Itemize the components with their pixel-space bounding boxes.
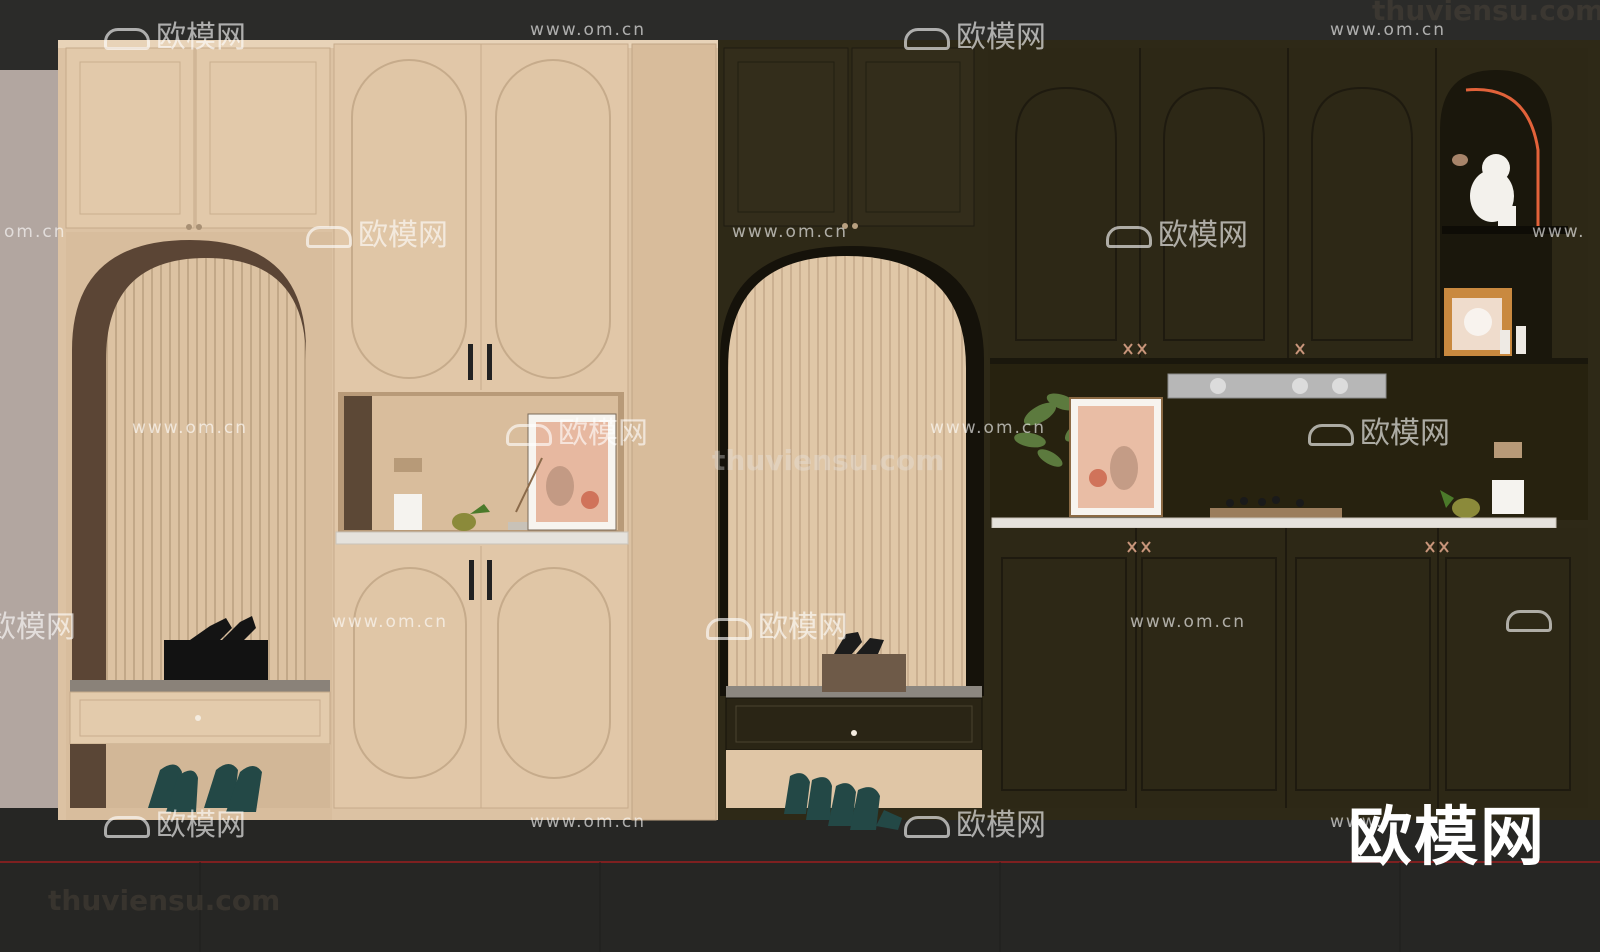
- shoe-box-black: [164, 640, 268, 680]
- upper-left-door: [195, 47, 331, 229]
- green-fruit: [1452, 498, 1480, 518]
- oval-door-panel: [351, 59, 467, 379]
- corner-brand-logo: 欧模网: [1348, 801, 1546, 875]
- dark-upper-door: [851, 47, 975, 227]
- canister-right: [1492, 480, 1524, 514]
- oval-door-panel: [353, 567, 467, 779]
- fluted-panel-left: [106, 258, 306, 690]
- door-handle: [487, 560, 492, 600]
- bench-cushion-left: [70, 680, 330, 692]
- shelf: [1442, 226, 1568, 234]
- door-handle: [487, 344, 492, 380]
- shelf: [990, 358, 1588, 364]
- canister-lid: [394, 458, 422, 472]
- wood-tray: [1210, 508, 1342, 518]
- marble-counter-right: [991, 517, 1557, 529]
- small-bottles: [1500, 330, 1510, 354]
- shoe-box-wood: [822, 654, 906, 692]
- upper-left-door: [65, 47, 195, 229]
- drawer-knob: [851, 730, 857, 736]
- beige-cabinet: [58, 40, 718, 821]
- drawer-knob: [195, 715, 201, 721]
- oval-door-panel: [495, 59, 611, 379]
- door-handle: [468, 344, 473, 380]
- canister-left: [394, 494, 422, 530]
- oval-door-panel: [497, 567, 611, 779]
- side-tall-panel: [631, 43, 717, 821]
- door-handle: [469, 560, 474, 600]
- green-fruit: [452, 513, 476, 531]
- wall-rail: [1167, 373, 1387, 399]
- canister-lid: [1494, 442, 1522, 458]
- fluted-panel-right: [728, 256, 966, 696]
- marble-counter-left: [335, 531, 629, 545]
- dark-cabinet: [718, 40, 1600, 830]
- dark-upper-door: [723, 47, 849, 227]
- left-wall: [0, 70, 62, 810]
